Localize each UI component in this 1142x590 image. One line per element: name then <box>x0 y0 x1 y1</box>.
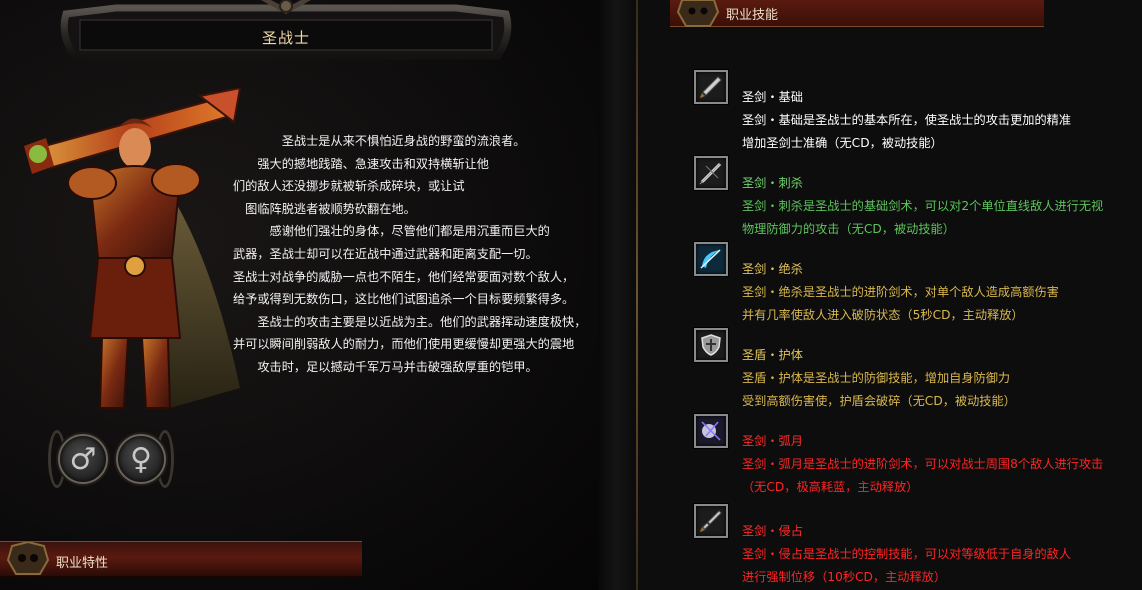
skill-description: 圣剑・弧月是圣战士的进阶剑术，可以对战士周围8个敌人进行攻击 <box>742 457 1104 471</box>
class-title-frame: 圣战士 <box>56 0 516 66</box>
skill-description: 进行强制位移（10秒CD，主动释放） <box>742 570 947 584</box>
skill-description: 圣剑・刺杀是圣战士的基础剑术，可以对2个单位直线敌人进行无视 <box>742 199 1104 213</box>
traits-section-header[interactable]: 职业特性 <box>0 541 362 577</box>
description-line: 感谢他们强壮的身体，尽管他们都是用沉重而巨大的 <box>233 224 550 239</box>
male-symbol-icon: ♂ <box>69 441 97 477</box>
description-line: 图临阵脱逃者被顺势砍翻在地。 <box>233 201 416 216</box>
skill-details: 圣盾・护体 圣盾・护体是圣战士的防御技能，增加自身防御力 受到高额伤害使，护盾会… <box>742 344 1016 413</box>
skill-description: 圣盾・护体是圣战士的防御技能，增加自身防御力 <box>742 371 1011 385</box>
male-gender-button[interactable]: ♂ <box>58 434 108 484</box>
skill-details: 圣剑・绝杀 圣剑・绝杀是圣战士的进阶剑术，对单个敌人造成高额伤害 并有几率使敌人… <box>742 258 1059 327</box>
blade-icon[interactable] <box>694 504 728 538</box>
description-line: 圣战士是从来不惧怕近身战的野蛮的流浪者。 <box>233 134 526 148</box>
female-symbol-icon: ♀ <box>130 441 152 477</box>
skill-name: 圣盾・护体 <box>742 348 803 362</box>
skill-item: 圣剑・侵占 圣剑・侵占是圣战士的控制技能，可以对等级低于自身的敌人 进行强制位移… <box>694 504 1142 588</box>
skill-name: 圣剑・侵占 <box>742 524 803 538</box>
class-info-panel: 圣战士 圣战士是从来不惧怕近身战的野蛮的流浪者。 强大的撼地践踏、急速攻击和双持… <box>0 0 598 590</box>
skull-ornament-icon <box>676 0 720 27</box>
skill-item: 圣盾・护体 圣盾・护体是圣战士的防御技能，增加自身防御力 受到高额伤害使，护盾会… <box>694 328 1142 412</box>
class-title: 圣战士 <box>261 29 310 47</box>
hero-portrait <box>24 88 242 409</box>
class-description: 圣战士是从来不惧怕近身战的野蛮的流浪者。 强大的撼地践踏、急速攻击和双持横斩让他… <box>233 130 598 379</box>
skill-item: 圣剑・绝杀 圣剑・绝杀是圣战士的进阶剑术，对单个敌人造成高额伤害 并有几率使敌人… <box>694 242 1142 326</box>
skill-details: 圣剑・弧月 圣剑・弧月是圣战士的进阶剑术，可以对战士周围8个敌人进行攻击 （无C… <box>742 430 1103 499</box>
skill-item: 圣剑・刺杀 圣剑・刺杀是圣战士的基础剑术，可以对2个单位直线敌人进行无视 物理防… <box>694 156 1142 240</box>
skill-name: 圣剑・基础 <box>742 90 803 104</box>
thrust-icon[interactable] <box>694 156 728 190</box>
sword-icon[interactable] <box>694 70 728 104</box>
skill-details: 圣剑・基础 圣剑・基础是圣战士的基本所在，使圣战士的攻击更加的精准 增加圣剑士准… <box>742 86 1071 155</box>
description-line: 强大的撼地践踏、急速攻击和双持横斩让他 <box>233 156 489 171</box>
skills-section-title: 职业技能 <box>726 8 779 23</box>
shield-icon[interactable] <box>694 328 728 362</box>
skill-description: 圣剑・侵占是圣战士的控制技能，可以对等级低于自身的敌人 <box>742 547 1072 561</box>
panel-divider <box>598 0 638 590</box>
skill-description: 物理防御力的攻击（无CD，被动技能） <box>742 222 955 236</box>
description-line: 给予或得到无数伤口，这比他们试图追杀一个目标要频繁得多。 <box>233 292 575 307</box>
gender-selector: ♂ ♀ <box>48 430 174 488</box>
female-gender-button[interactable]: ♀ <box>116 434 166 484</box>
arc-moon-icon[interactable] <box>694 414 728 448</box>
skill-description: 增加圣剑士准确（无CD，被动技能） <box>742 136 943 150</box>
description-line: 武器，圣战士却可以在近战中通过武器和距离支配一切。 <box>233 246 538 261</box>
skill-description: 并有几率使敌人进入破防状态（5秒CD，主动释放） <box>742 308 1024 322</box>
skill-name: 圣剑・刺杀 <box>742 176 803 190</box>
skill-description: （无CD，极高耗蓝，主动释放） <box>742 480 919 494</box>
skill-details: 圣剑・刺杀 圣剑・刺杀是圣战士的基础剑术，可以对2个单位直线敌人进行无视 物理防… <box>742 172 1103 241</box>
description-line: 攻击时，足以撼动千军万马并击破强敌厚重的铠甲。 <box>233 359 538 374</box>
skill-description: 圣剑・基础是圣战士的基本所在，使圣战士的攻击更加的精准 <box>742 113 1072 127</box>
description-line: 并可以瞬间削弱敌人的耐力，而他们使用更缓慢却更强大的震地 <box>233 337 575 352</box>
skill-item: 圣剑・基础 圣剑・基础是圣战士的基本所在，使圣战士的攻击更加的精准 增加圣剑士准… <box>694 70 1142 154</box>
skill-name: 圣剑・绝杀 <box>742 262 803 276</box>
skill-details: 圣剑・侵占 圣剑・侵占是圣战士的控制技能，可以对等级低于自身的敌人 进行强制位移… <box>742 520 1071 589</box>
description-line: 圣战士对战争的威胁一点也不陌生，他们经常要面对数个敌人， <box>233 269 575 284</box>
description-line: 们的敌人还没挪步就被斩杀成碎块，或让试 <box>233 179 465 194</box>
slash-icon[interactable] <box>694 242 728 276</box>
skill-description: 圣剑・绝杀是圣战士的进阶剑术，对单个敌人造成高额伤害 <box>742 285 1059 299</box>
skills-panel: 职业技能 圣剑・基础 圣剑・基础是圣战士的基本所在，使圣战士的攻击更加的精准 增… <box>638 0 1142 590</box>
skill-name: 圣剑・弧月 <box>742 434 803 448</box>
skull-ornament-icon <box>6 542 50 575</box>
skills-section-header[interactable]: 职业技能 <box>670 0 1044 27</box>
traits-section-title: 职业特性 <box>56 556 109 571</box>
description-line: 圣战士的攻击主要是以近战为主。他们的武器挥动速度极快， <box>233 314 587 329</box>
skill-description: 受到高额伤害使，护盾会破碎（无CD，被动技能） <box>742 394 1016 408</box>
skill-item: 圣剑・弧月 圣剑・弧月是圣战士的进阶剑术，可以对战士周围8个敌人进行攻击 （无C… <box>694 414 1142 498</box>
